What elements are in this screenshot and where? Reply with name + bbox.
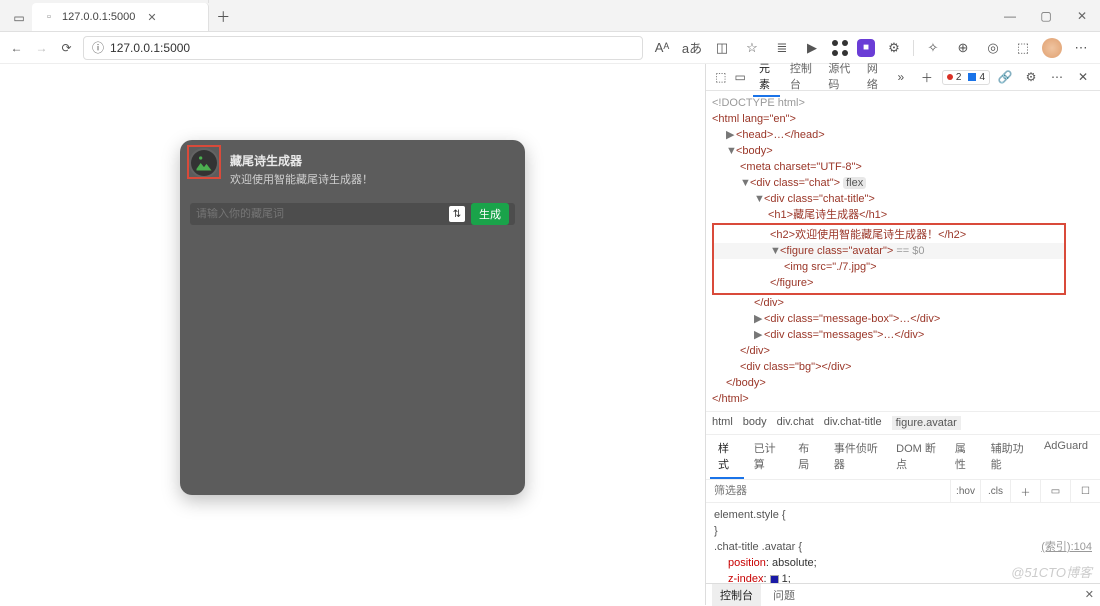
styles-pane[interactable]: element.style { } .chat-title .avatar {(… bbox=[706, 503, 1100, 583]
subtab-a11y[interactable]: 辅助功能 bbox=[983, 435, 1034, 479]
inspect-icon[interactable]: ⬚ bbox=[712, 66, 729, 88]
subtab-layout[interactable]: 布局 bbox=[790, 435, 824, 479]
main-area: 藏尾诗生成器 欢迎使用智能藏尾诗生成器！ ⇅ 生成 ⬚ ▭ 元素 控制台 源代码… bbox=[0, 64, 1100, 605]
more-tabs-icon[interactable]: » bbox=[890, 66, 912, 88]
close-window-button[interactable]: ✕ bbox=[1064, 1, 1100, 31]
style-declaration[interactable]: position: absolute; bbox=[714, 555, 1092, 571]
more-icon[interactable]: ⋯ bbox=[1070, 37, 1092, 59]
lines-icon[interactable]: ≣ bbox=[771, 37, 793, 59]
ext4-icon[interactable]: ⬚ bbox=[1012, 37, 1034, 59]
close-devtools-icon[interactable]: ✕ bbox=[1072, 66, 1094, 88]
styles-subtabs: 样式 已计算 布局 事件侦听器 DOM 断点 属性 辅助功能 AdGuard bbox=[706, 434, 1100, 480]
chat-card: 藏尾诗生成器 欢迎使用智能藏尾诗生成器！ ⇅ 生成 bbox=[180, 140, 525, 495]
filter-hov[interactable]: :hov bbox=[950, 480, 980, 502]
elements-panel[interactable]: <!DOCTYPE html> <html lang="en"> ▶<head>… bbox=[706, 91, 1100, 411]
style-declaration[interactable]: z-index: 1; bbox=[714, 571, 1092, 583]
ext2-icon[interactable]: ⊕ bbox=[952, 37, 974, 59]
subtab-styles[interactable]: 样式 bbox=[710, 435, 744, 479]
broken-image-icon bbox=[194, 153, 214, 173]
crumb-title[interactable]: div.chat-title bbox=[824, 416, 882, 430]
subtab-computed[interactable]: 已计算 bbox=[746, 435, 789, 479]
styles-filter-bar: :hov .cls ＋ ▭ ☐ bbox=[706, 480, 1100, 503]
split-icon[interactable]: ◫ bbox=[711, 37, 733, 59]
more-icon[interactable]: ⋯ bbox=[1046, 66, 1068, 88]
back-button[interactable]: ← bbox=[8, 36, 25, 60]
settings-icon[interactable]: ⚙ bbox=[1020, 66, 1042, 88]
swap-button[interactable]: ⇅ bbox=[449, 206, 465, 222]
console-tab[interactable]: 控制台 bbox=[712, 584, 761, 606]
devtools: ⬚ ▭ 元素 控制台 源代码 网络 » ＋ 24 🔗 ⚙ ⋯ ✕ <!DOCTY… bbox=[705, 64, 1100, 605]
profile-avatar[interactable] bbox=[1042, 38, 1062, 58]
subtab-props[interactable]: 属性 bbox=[947, 435, 981, 479]
browser-tab-bar: ▭ 🔍藏头诗在线生成器 - 搜索✕🌐个人空间✕◉HTML嵌入CSS样式（四种方法… bbox=[0, 0, 1100, 32]
console-drawer: 控制台 问题 ✕ bbox=[706, 583, 1100, 605]
subtab-dombp[interactable]: DOM 断点 bbox=[888, 435, 945, 479]
tab-edge-icon[interactable]: ▭ bbox=[6, 5, 32, 31]
page-pane: 藏尾诗生成器 欢迎使用智能藏尾诗生成器！ ⇅ 生成 bbox=[0, 64, 705, 605]
favicon-icon: ▫ bbox=[42, 10, 56, 24]
avatar bbox=[189, 148, 219, 178]
generate-button[interactable]: 生成 bbox=[471, 203, 509, 225]
styles-filter-input[interactable] bbox=[706, 480, 950, 502]
ext3-icon[interactable]: ◎ bbox=[982, 37, 1004, 59]
minimize-button[interactable]: — bbox=[992, 1, 1028, 31]
subtab-adguard[interactable]: AdGuard bbox=[1036, 435, 1096, 479]
ext-purple-icon[interactable]: ■ bbox=[857, 39, 875, 57]
crumb-trail[interactable]: html body div.chat div.chat-title figure… bbox=[706, 411, 1100, 434]
crumb-html[interactable]: html bbox=[712, 416, 733, 430]
crumb-body[interactable]: body bbox=[743, 416, 767, 430]
site-info-icon[interactable]: ⓘ bbox=[92, 39, 104, 56]
address-bar: ← → ⟳ ⓘ Aᴬ aあ ◫ ☆ ≣ ▶ ■ ⚙ ✧ ⊕ ◎ ⬚ ⋯ bbox=[0, 32, 1100, 64]
tab-label: 127.0.0.1:5000 bbox=[62, 11, 135, 23]
filter-cls[interactable]: .cls bbox=[980, 480, 1010, 502]
message-box: ⇅ 生成 bbox=[190, 203, 515, 225]
close-tab-icon[interactable]: ✕ bbox=[147, 11, 156, 24]
play-icon[interactable]: ▶ bbox=[801, 37, 823, 59]
device-icon[interactable]: ▭ bbox=[731, 66, 748, 88]
app-subtitle: 欢迎使用智能藏尾诗生成器！ bbox=[230, 171, 509, 187]
plus-icon[interactable]: ＋ bbox=[916, 66, 938, 88]
filter-plus[interactable]: ＋ bbox=[1010, 480, 1040, 502]
source-link[interactable]: (索引):104 bbox=[1041, 539, 1092, 555]
crumb-figure[interactable]: figure.avatar bbox=[892, 416, 961, 430]
prompt-input[interactable] bbox=[196, 208, 443, 220]
error-badge[interactable]: 24 bbox=[942, 70, 990, 85]
selected-node-frame-icon: <h2>欢迎使用智能藏尾诗生成器！</h2> ▼<figure class="a… bbox=[712, 223, 1066, 295]
address-input[interactable] bbox=[110, 41, 634, 55]
devtools-toolbar: ⬚ ▭ 元素 控制台 源代码 网络 » ＋ 24 🔗 ⚙ ⋯ ✕ bbox=[706, 64, 1100, 91]
app-title: 藏尾诗生成器 bbox=[230, 152, 509, 169]
browser-tab[interactable]: ▫ 127.0.0.1:5000 ✕ bbox=[32, 3, 209, 31]
close-drawer-icon[interactable]: ✕ bbox=[1085, 588, 1094, 601]
filter-rect-icon[interactable]: ☐ bbox=[1070, 480, 1100, 502]
window-controls: — ▢ ✕ bbox=[992, 1, 1100, 31]
translate-icon[interactable]: aあ bbox=[681, 37, 703, 59]
new-tab-button[interactable]: ＋ bbox=[209, 3, 237, 31]
crumb-chat[interactable]: div.chat bbox=[777, 416, 814, 430]
address-input-wrap[interactable]: ⓘ bbox=[83, 36, 643, 60]
link-icon[interactable]: 🔗 bbox=[994, 66, 1016, 88]
favorite-icon[interactable]: ☆ bbox=[741, 37, 763, 59]
issues-tab[interactable]: 问题 bbox=[765, 584, 803, 606]
reader-icon[interactable]: Aᴬ bbox=[651, 37, 673, 59]
dots4-icon[interactable] bbox=[831, 39, 849, 57]
filter-dock-icon[interactable]: ▭ bbox=[1040, 480, 1070, 502]
maximize-button[interactable]: ▢ bbox=[1028, 1, 1064, 31]
subtab-listeners[interactable]: 事件侦听器 bbox=[826, 435, 886, 479]
collections-icon[interactable]: ✧ bbox=[922, 37, 944, 59]
ext-gear-icon[interactable]: ⚙ bbox=[883, 37, 905, 59]
forward-button[interactable]: → bbox=[33, 36, 50, 60]
refresh-button[interactable]: ⟳ bbox=[58, 36, 75, 60]
chat-title: 藏尾诗生成器 欢迎使用智能藏尾诗生成器！ bbox=[180, 140, 525, 195]
